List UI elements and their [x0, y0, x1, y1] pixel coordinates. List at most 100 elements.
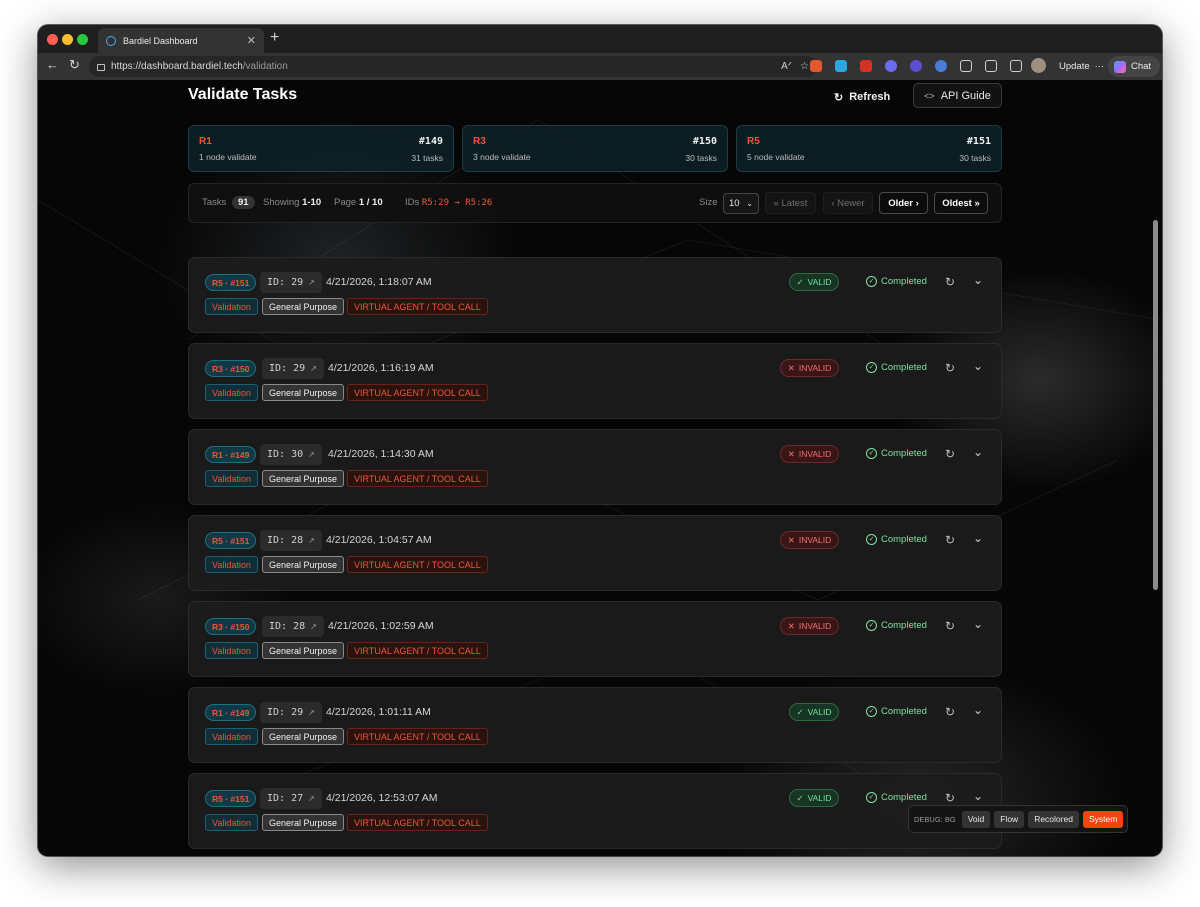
- chevron-down-icon[interactable]: ⌄: [973, 359, 983, 373]
- task-row[interactable]: R1 · #149 ID: 30 ↗ 4/21/2026, 1:14:30 AM …: [188, 429, 1002, 505]
- extension-red-icon[interactable]: [860, 60, 872, 72]
- read-aloud-icon[interactable]: Aᐟ: [781, 61, 792, 72]
- round-badge: R5 · #151: [205, 790, 257, 807]
- refresh-label: Refresh: [849, 91, 891, 103]
- maximize-window-button[interactable]: [77, 34, 88, 45]
- api-guide-button[interactable]: <> API Guide: [913, 83, 1002, 108]
- page-stat: Page 1 / 10: [334, 197, 383, 208]
- extension-cloud-icon[interactable]: [935, 60, 947, 72]
- close-tab-icon[interactable]: ✕: [247, 34, 256, 47]
- debug-void-button[interactable]: Void: [961, 810, 991, 828]
- round-name: R5: [747, 136, 760, 147]
- favorite-star-icon[interactable]: ☆: [800, 61, 809, 72]
- task-row[interactable]: R1 · #149 ID: 29 ↗ 4/21/2026, 1:01:11 AM …: [188, 687, 1002, 763]
- copilot-icon: [1114, 60, 1126, 73]
- rerun-icon[interactable]: ↻: [945, 275, 955, 289]
- debug-flow-button[interactable]: Flow: [994, 810, 1025, 828]
- round-card-r3[interactable]: R3 #150 3 node validate 30 tasks: [462, 125, 728, 172]
- chevron-down-icon[interactable]: ⌄: [973, 617, 983, 631]
- task-id-link[interactable]: ID: 27 ↗: [260, 788, 322, 809]
- older-button[interactable]: Older ›: [879, 192, 928, 214]
- task-row[interactable]: R5 · #151 ID: 27 ↗ 4/21/2026, 12:53:07 AM…: [188, 773, 1002, 849]
- reload-icon[interactable]: ↻: [69, 57, 80, 73]
- extension-fox-icon[interactable]: [810, 60, 822, 72]
- latest-button[interactable]: « Latest: [765, 192, 816, 214]
- rerun-icon[interactable]: ↻: [945, 791, 955, 805]
- favorites-icon[interactable]: [985, 60, 997, 72]
- external-link-icon: ↗: [310, 364, 317, 373]
- more-icon[interactable]: ···: [1095, 61, 1105, 72]
- update-button[interactable]: Update ···: [1053, 57, 1110, 76]
- page-size-value: 10: [729, 198, 740, 209]
- virtual-agent-tag: VIRTUAL AGENT / TOOL CALL: [347, 642, 488, 659]
- round-card-r1[interactable]: R1 #149 1 node validate 31 tasks: [188, 125, 454, 172]
- task-id-link[interactable]: ID: 28 ↗: [262, 616, 324, 637]
- task-timestamp: 4/21/2026, 1:02:59 AM: [328, 620, 434, 632]
- check-circle-icon: ✓: [866, 792, 877, 803]
- validation-tag: Validation: [205, 642, 258, 659]
- chat-button[interactable]: Chat: [1108, 56, 1160, 77]
- virtual-agent-tag: VIRTUAL AGENT / TOOL CALL: [347, 384, 488, 401]
- task-row[interactable]: R3 · #150 ID: 29 ↗ 4/21/2026, 1:16:19 AM …: [188, 343, 1002, 419]
- task-id-link[interactable]: ID: 29 ↗: [262, 358, 324, 379]
- back-icon[interactable]: ←: [46, 57, 59, 72]
- virtual-agent-tag: VIRTUAL AGENT / TOOL CALL: [347, 556, 488, 573]
- rerun-icon[interactable]: ↻: [945, 447, 955, 461]
- extension-s-icon[interactable]: [910, 60, 922, 72]
- page-scrollbar[interactable]: [1153, 220, 1158, 590]
- profile-avatar[interactable]: [1031, 58, 1046, 73]
- minimize-window-button[interactable]: [62, 34, 73, 45]
- extension-blue-icon[interactable]: [835, 60, 847, 72]
- result-badge: ✓ VALID: [789, 273, 839, 291]
- health-icon[interactable]: [1010, 60, 1022, 72]
- task-row[interactable]: R3 · #150 ID: 28 ↗ 4/21/2026, 1:02:59 AM …: [188, 601, 1002, 677]
- check-circle-icon: ✓: [866, 620, 877, 631]
- task-id: ID: 29: [267, 707, 304, 718]
- chevron-down-icon[interactable]: ⌄: [973, 531, 983, 545]
- status-label: Completed: [881, 448, 927, 459]
- x-icon: ✕: [787, 534, 795, 545]
- chevron-down-icon[interactable]: ⌄: [973, 703, 983, 717]
- rerun-icon[interactable]: ↻: [945, 705, 955, 719]
- result-label: INVALID: [798, 535, 832, 545]
- task-row[interactable]: R5 · #151 ID: 28 ↗ 4/21/2026, 1:04:57 AM …: [188, 515, 1002, 591]
- oldest-button[interactable]: Oldest »: [934, 192, 988, 214]
- debug-system-button[interactable]: System: [1082, 810, 1124, 828]
- round-card-r5[interactable]: R5 #151 5 node validate 30 tasks: [736, 125, 1002, 172]
- round-task-count: 30 tasks: [685, 153, 717, 163]
- chevron-down-icon[interactable]: ⌄: [973, 273, 983, 287]
- task-timestamp: 4/21/2026, 1:01:11 AM: [326, 706, 431, 718]
- round-description: 3 node validate: [473, 152, 531, 162]
- task-id-link[interactable]: ID: 29 ↗: [260, 272, 322, 293]
- new-tab-icon[interactable]: +: [270, 29, 279, 47]
- chevron-down-icon[interactable]: ⌄: [973, 789, 983, 803]
- task-id-link[interactable]: ID: 28 ↗: [260, 530, 322, 551]
- rerun-icon[interactable]: ↻: [945, 619, 955, 633]
- page-size-select[interactable]: 10 ⌄: [723, 193, 759, 214]
- round-badge: R3 · #150: [205, 618, 257, 635]
- chevron-down-icon[interactable]: ⌄: [973, 445, 983, 459]
- api-guide-label: API Guide: [940, 89, 991, 102]
- refresh-button[interactable]: ↻ Refresh: [828, 84, 896, 110]
- tab-title: Bardiel Dashboard: [123, 35, 198, 46]
- check-icon: ✓: [796, 792, 804, 803]
- rerun-icon[interactable]: ↻: [945, 361, 955, 375]
- validation-tag: Validation: [205, 470, 258, 487]
- close-window-button[interactable]: [47, 34, 58, 45]
- task-status: ✓ Completed: [866, 706, 927, 717]
- result-badge: ✓ VALID: [789, 789, 839, 807]
- virtual-agent-tag: VIRTUAL AGENT / TOOL CALL: [347, 470, 488, 487]
- result-label: VALID: [807, 277, 832, 287]
- extension-purple-icon[interactable]: [885, 60, 897, 72]
- task-id-link[interactable]: ID: 29 ↗: [260, 702, 322, 723]
- address-bar[interactable]: https://dashboard.bardiel.tech/validatio…: [89, 56, 817, 77]
- rerun-icon[interactable]: ↻: [945, 533, 955, 547]
- page-viewport: Validate Tasks ↻ Refresh <> API Guide R1…: [38, 80, 1162, 856]
- newer-button[interactable]: ‹ Newer: [823, 192, 873, 214]
- task-id-link[interactable]: ID: 30 ↗: [260, 444, 322, 465]
- round-badge: R3 · #150: [205, 360, 257, 377]
- browser-tab[interactable]: Bardiel Dashboard ✕: [98, 28, 264, 53]
- task-row[interactable]: R5 · #151 ID: 29 ↗ 4/21/2026, 1:18:07 AM …: [188, 257, 1002, 333]
- debug-recolored-button[interactable]: Recolored: [1028, 810, 1079, 828]
- extensions-puzzle-icon[interactable]: [960, 60, 972, 72]
